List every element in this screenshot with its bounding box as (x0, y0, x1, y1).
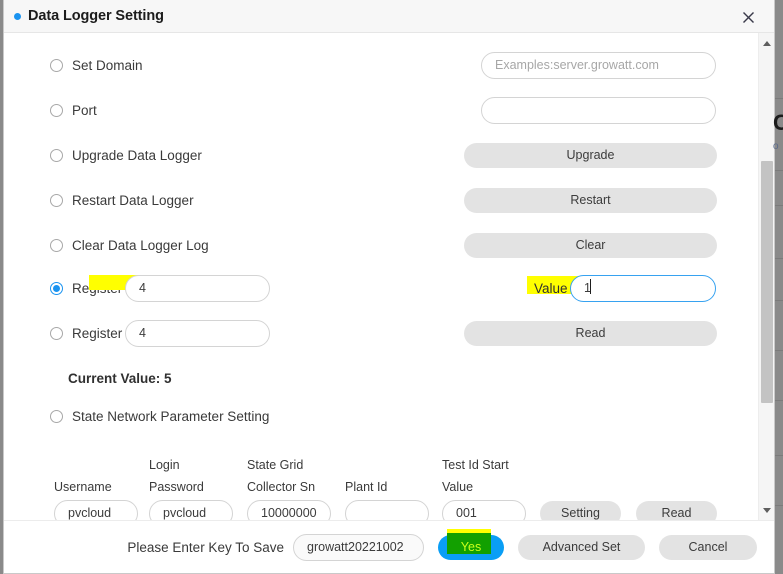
row-register-read: Register Read (4, 318, 759, 348)
row-state-network-option: State Network Parameter Setting (4, 401, 759, 431)
port-input[interactable] (481, 96, 716, 124)
radio-register-read[interactable] (50, 326, 63, 340)
label-set-domain: Set Domain (72, 57, 143, 73)
label-port: Port (72, 102, 97, 118)
restart-button[interactable]: Restart (464, 187, 717, 213)
plant-id-input[interactable] (345, 499, 429, 520)
register-read-input[interactable] (125, 319, 270, 347)
highlight-yes-yellow (447, 528, 491, 533)
register-read-button[interactable]: Read (464, 320, 717, 346)
text-caret (590, 279, 591, 294)
current-value-text: Current Value: 5 (68, 370, 172, 386)
background-ghost-sub: o (773, 142, 779, 152)
label-state-network-parameter-setting: State Network Parameter Setting (72, 408, 270, 424)
set-domain-input[interactable] (481, 51, 716, 79)
username-input[interactable] (54, 499, 138, 520)
dialog-footer: Please Enter Key To Save Yes Advanced Se… (4, 520, 774, 573)
vertical-scrollbar[interactable] (758, 33, 774, 520)
value-label: Value (534, 280, 568, 296)
dialog-titlebar: Data Logger Setting (4, 0, 774, 33)
label-plant-id: Plant Id (345, 480, 388, 494)
dialog-body: Set Domain Port Upgrade Data (4, 33, 774, 520)
data-logger-setting-dialog: Data Logger Setting Set Domain Examples:… (3, 0, 775, 574)
state-grid-collector-sn-input[interactable] (247, 499, 331, 520)
scroll-down-icon[interactable] (759, 502, 774, 518)
dialog-title: Data Logger Setting (28, 8, 164, 24)
scrollbar-thumb[interactable] (761, 161, 773, 403)
value-input[interactable] (570, 274, 716, 302)
radio-upgrade-data-logger[interactable] (50, 148, 63, 162)
row-restart-data-logger: Restart Data Logger Restart (4, 185, 759, 215)
login-password-input[interactable] (149, 499, 233, 520)
row-state-network-fields: Setting Read (4, 498, 759, 520)
row-port: Port (4, 95, 759, 125)
radio-set-domain[interactable] (50, 58, 63, 72)
upgrade-button[interactable]: Upgrade (464, 142, 717, 168)
label-test-id-start: Test Id Start (442, 458, 509, 472)
row-current-value: Current Value: 5 (4, 363, 759, 393)
radio-clear-data-logger-log[interactable] (50, 238, 63, 252)
label-clear-data-logger-log: Clear Data Logger Log (72, 237, 209, 253)
row-register-write: Register Value (4, 273, 759, 303)
background-ghost-heading: C (773, 112, 783, 134)
close-icon[interactable] (730, 4, 766, 30)
label-state-grid: State Grid (247, 458, 304, 472)
yes-button[interactable]: Yes (438, 528, 504, 560)
scroll-up-icon[interactable] (759, 35, 774, 51)
register-write-input[interactable] (125, 274, 270, 302)
state-network-read-button[interactable]: Read (636, 500, 717, 520)
yes-button-label: Yes (460, 540, 482, 554)
settings-form: Set Domain Port Upgrade Data (4, 33, 759, 520)
status-dot-icon (14, 12, 21, 20)
label-username: Username (54, 480, 112, 494)
row-set-domain: Set Domain (4, 50, 759, 80)
label-login: Login (149, 458, 180, 472)
label-password: Password (149, 480, 204, 494)
key-to-save-label: Please Enter Key To Save (127, 539, 284, 555)
label-upgrade-data-logger: Upgrade Data Logger (72, 147, 202, 163)
row-upgrade-data-logger: Upgrade Data Logger Upgrade (4, 140, 759, 170)
radio-restart-data-logger[interactable] (50, 193, 63, 207)
label-register-read: Register (72, 325, 123, 341)
label-restart-data-logger: Restart Data Logger (72, 192, 194, 208)
cancel-button[interactable]: Cancel (659, 534, 757, 560)
label-test-id-start-value: Value (442, 480, 474, 494)
row-clear-data-logger-log: Clear Data Logger Log Clear (4, 230, 759, 260)
radio-register-write[interactable] (50, 281, 63, 295)
setting-button[interactable]: Setting (540, 500, 621, 520)
radio-state-network-parameter-setting[interactable] (50, 409, 63, 423)
clear-button[interactable]: Clear (464, 232, 717, 258)
radio-port[interactable] (50, 103, 63, 117)
key-to-save-input[interactable] (293, 533, 424, 561)
screen: Data Logger Setting Set Domain Examples:… (0, 0, 783, 574)
label-collector-sn: Collector Sn (247, 480, 316, 494)
advanced-set-button[interactable]: Advanced Set (518, 534, 645, 560)
test-id-start-value-input[interactable] (442, 499, 526, 520)
